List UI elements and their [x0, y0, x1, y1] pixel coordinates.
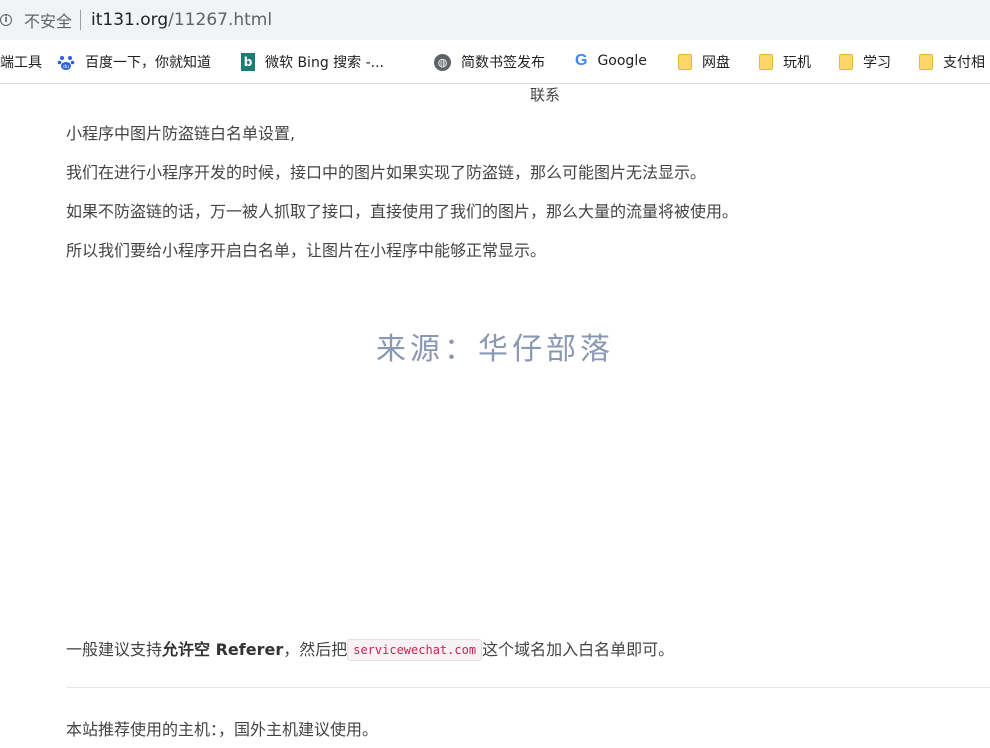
svg-text:du: du	[63, 64, 69, 70]
bing-icon: b	[241, 53, 255, 71]
bookmark-label: 端工具	[0, 55, 42, 71]
host-recommendation: 本站推荐使用的主机：，国外主机建议使用。	[66, 720, 379, 739]
bookmark-folder-xuexi[interactable]: 学习	[839, 52, 891, 72]
suggestion-bold: 允许空 Referer	[162, 640, 284, 659]
baidu-paw-icon: du	[57, 53, 75, 71]
folder-icon	[759, 54, 773, 70]
bookmark-label: 学习	[863, 55, 891, 71]
source-watermark: 来源：华仔部落	[376, 332, 614, 367]
folder-icon	[919, 54, 933, 70]
google-icon: G	[575, 52, 588, 69]
address-separator	[80, 10, 82, 30]
globe-icon: ◍	[434, 53, 451, 71]
bookmark-label: 玩机	[783, 55, 811, 71]
info-icon[interactable]: i	[0, 14, 12, 26]
domain-code: servicewechat.com	[347, 639, 483, 661]
article-paragraph: 小程序中图片防盗链白名单设置,	[66, 124, 296, 143]
truncated-heading: 联系	[530, 86, 561, 104]
bookmark-bing[interactable]: b 微软 Bing 搜索 -...	[241, 52, 384, 72]
suggestion-text: ，然后把	[283, 640, 348, 659]
bookmark-google[interactable]: G Google	[575, 52, 647, 70]
security-status[interactable]: 不安全	[24, 8, 72, 32]
bookmark-label: 简数书签发布	[461, 55, 545, 71]
bookmark-label: Google	[597, 53, 647, 69]
bookmark-label: 微软 Bing 搜索 -...	[265, 55, 385, 71]
address-bar[interactable]: i 不安全 it131.org/11267.html	[0, 0, 990, 40]
bookmark-folder-zhifu[interactable]: 支付相	[919, 52, 985, 72]
url-path: /11267.html	[168, 10, 273, 30]
suggestion-paragraph: 一般建议支持允许空 Referer，然后把 servicewechat.com 这个…	[66, 636, 675, 661]
suggestion-text: 一般建议支持	[66, 640, 163, 659]
section-divider	[66, 687, 990, 688]
suggestion-text: 这个域名加入白名单即可。	[482, 640, 675, 659]
bookmark-label: 百度一下，你就知道	[85, 55, 211, 71]
url-text[interactable]: it131.org/11267.html	[91, 10, 272, 30]
article-paragraph: 如果不防盗链的话，万一被人抓取了接口，直接使用了我们的图片，那么大量的流量将被使…	[66, 202, 739, 221]
folder-icon	[839, 54, 853, 70]
url-host: it131.org	[91, 10, 169, 30]
bookmark-folder-wanji[interactable]: 玩机	[759, 52, 811, 72]
bookmark-jianshu[interactable]: ◍ 简数书签发布	[434, 52, 545, 72]
article-paragraph: 我们在进行小程序开发的时候，接口中的图片如果实现了防盗链，那么可能图片无法显示。	[66, 163, 707, 182]
bookmark-label: 支付相	[943, 55, 985, 71]
bookmarks-bar: 端工具 du 百度一下，你就知道 b 微软 Bing 搜索 -... ◍ 简数书…	[0, 40, 990, 84]
article-paragraph: 所以我们要给小程序开启白名单，让图片在小程序中能够正常显示。	[66, 241, 547, 260]
bookmark-label: 网盘	[702, 55, 730, 71]
bookmark-baidu[interactable]: du 百度一下，你就知道	[57, 52, 211, 72]
article-content: 联系 小程序中图片防盗链白名单设置, 我们在进行小程序开发的时候，接口中的图片如…	[0, 84, 990, 748]
folder-icon	[678, 54, 692, 70]
bookmark-tools[interactable]: 端工具	[0, 52, 42, 72]
bookmark-folder-wangpan[interactable]: 网盘	[678, 52, 730, 72]
